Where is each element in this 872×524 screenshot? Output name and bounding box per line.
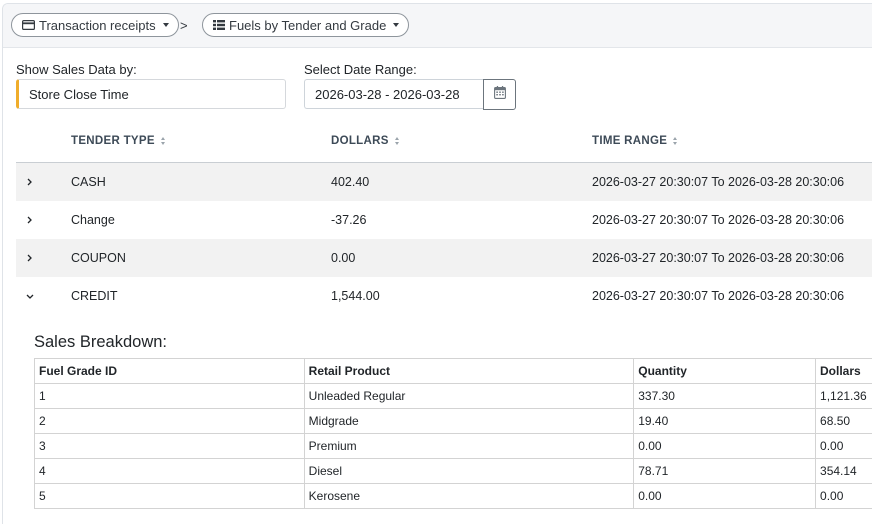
chevron-down-icon bbox=[393, 23, 399, 27]
column-header-tender-type[interactable]: TENDER TYPE bbox=[71, 135, 165, 147]
sales-breakdown-table: Fuel Grade ID Retail Product Quantity Do… bbox=[34, 358, 872, 509]
fuel-grade-id-cell: 2 bbox=[35, 409, 305, 434]
quantity-cell: 337.30 bbox=[634, 384, 816, 409]
table-row[interactable]: Change -37.26 2026-03-27 20:30:07 To 202… bbox=[16, 201, 872, 239]
quantity-cell: 78.71 bbox=[634, 459, 816, 484]
dollars-cell: 354.14 bbox=[816, 459, 872, 484]
time-range-cell: 2026-03-27 20:30:07 To 2026-03-28 20:30:… bbox=[592, 201, 844, 239]
breakdown-header-row: Fuel Grade ID Retail Product Quantity Do… bbox=[35, 359, 872, 384]
show-sales-label: Show Sales Data by: bbox=[16, 62, 137, 77]
chevron-down-icon[interactable] bbox=[26, 277, 34, 315]
tender-type-cell: Change bbox=[71, 201, 115, 239]
sales-breakdown-title: Sales Breakdown: bbox=[34, 333, 167, 352]
calendar-button[interactable] bbox=[483, 79, 516, 110]
dollars-cell: 68.50 bbox=[816, 409, 872, 434]
breakdown-row: 2 Midgrade 19.40 68.50 bbox=[35, 409, 872, 434]
dollars-cell: 0.00 bbox=[816, 484, 872, 509]
fuel-grade-id-cell: 4 bbox=[35, 459, 305, 484]
column-header-dollars[interactable]: DOLLARS bbox=[331, 135, 399, 147]
tender-type-cell: CASH bbox=[71, 163, 106, 201]
column-header-label: TENDER TYPE bbox=[71, 135, 155, 147]
fuel-grade-id-cell: 5 bbox=[35, 484, 305, 509]
chevron-down-icon bbox=[163, 23, 169, 27]
quantity-cell: 19.40 bbox=[634, 409, 816, 434]
time-range-cell: 2026-03-27 20:30:07 To 2026-03-28 20:30:… bbox=[592, 239, 844, 277]
breakdown-header-dollars: Dollars bbox=[816, 359, 872, 384]
chevron-right-icon[interactable] bbox=[26, 163, 33, 201]
breadcrumb-fuels-by-tender[interactable]: Fuels by Tender and Grade bbox=[202, 13, 409, 37]
breadcrumb-label: Transaction receipts bbox=[39, 18, 156, 33]
breadcrumb-label: Fuels by Tender and Grade bbox=[229, 18, 386, 33]
breakdown-row: 3 Premium 0.00 0.00 bbox=[35, 434, 872, 459]
date-range-label: Select Date Range: bbox=[304, 62, 417, 77]
column-header-label: DOLLARS bbox=[331, 135, 389, 147]
chevron-right-icon[interactable] bbox=[26, 201, 33, 239]
table-row[interactable]: CASH 402.40 2026-03-27 20:30:07 To 2026-… bbox=[16, 163, 872, 201]
table-row[interactable]: COUPON 0.00 2026-03-27 20:30:07 To 2026-… bbox=[16, 239, 872, 277]
table-row-expanded[interactable]: CREDIT 1,544.00 2026-03-27 20:30:07 To 2… bbox=[16, 277, 872, 315]
list-icon bbox=[213, 20, 225, 30]
breakdown-header-quantity: Quantity bbox=[634, 359, 816, 384]
breakdown-row: 5 Kerosene 0.00 0.00 bbox=[35, 484, 872, 509]
chevron-right-icon[interactable] bbox=[26, 239, 33, 277]
tender-type-cell: COUPON bbox=[71, 239, 126, 277]
calendar-icon bbox=[494, 86, 506, 104]
retail-product-cell: Kerosene bbox=[304, 484, 634, 509]
quantity-cell: 0.00 bbox=[634, 484, 816, 509]
fuel-grade-id-cell: 1 bbox=[35, 384, 305, 409]
breakdown-header-fuel-grade-id: Fuel Grade ID bbox=[35, 359, 305, 384]
retail-product-cell: Midgrade bbox=[304, 409, 634, 434]
time-range-cell: 2026-03-27 20:30:07 To 2026-03-28 20:30:… bbox=[592, 277, 844, 315]
breadcrumb-separator: > bbox=[180, 18, 188, 33]
sort-icon bbox=[673, 137, 677, 145]
fuel-grade-id-cell: 3 bbox=[35, 434, 305, 459]
breakdown-row: 1 Unleaded Regular 337.30 1,121.36 bbox=[35, 384, 872, 409]
show-sales-select[interactable]: Store Close Time bbox=[16, 79, 286, 109]
breakdown-header-retail-product: Retail Product bbox=[304, 359, 634, 384]
sort-icon bbox=[161, 137, 165, 145]
breakdown-row: 4 Diesel 78.71 354.14 bbox=[35, 459, 872, 484]
quantity-cell: 0.00 bbox=[634, 434, 816, 459]
dollars-cell: 1,121.36 bbox=[816, 384, 872, 409]
retail-product-cell: Diesel bbox=[304, 459, 634, 484]
column-header-label: TIME RANGE bbox=[592, 135, 667, 147]
dollars-cell: -37.26 bbox=[331, 201, 366, 239]
retail-product-cell: Premium bbox=[304, 434, 634, 459]
dollars-cell: 0.00 bbox=[331, 239, 355, 277]
dollars-cell: 1,544.00 bbox=[331, 277, 380, 315]
dollars-cell: 402.40 bbox=[331, 163, 369, 201]
dollars-cell: 0.00 bbox=[816, 434, 872, 459]
retail-product-cell: Unleaded Regular bbox=[304, 384, 634, 409]
tender-type-cell: CREDIT bbox=[71, 277, 118, 315]
credit-card-icon bbox=[22, 20, 35, 30]
date-range-input[interactable]: 2026-03-28 - 2026-03-28 bbox=[304, 79, 484, 109]
breadcrumb-transaction-receipts[interactable]: Transaction receipts bbox=[11, 13, 179, 37]
sort-icon bbox=[395, 137, 399, 145]
time-range-cell: 2026-03-27 20:30:07 To 2026-03-28 20:30:… bbox=[592, 163, 844, 201]
column-header-time-range[interactable]: TIME RANGE bbox=[592, 135, 677, 147]
